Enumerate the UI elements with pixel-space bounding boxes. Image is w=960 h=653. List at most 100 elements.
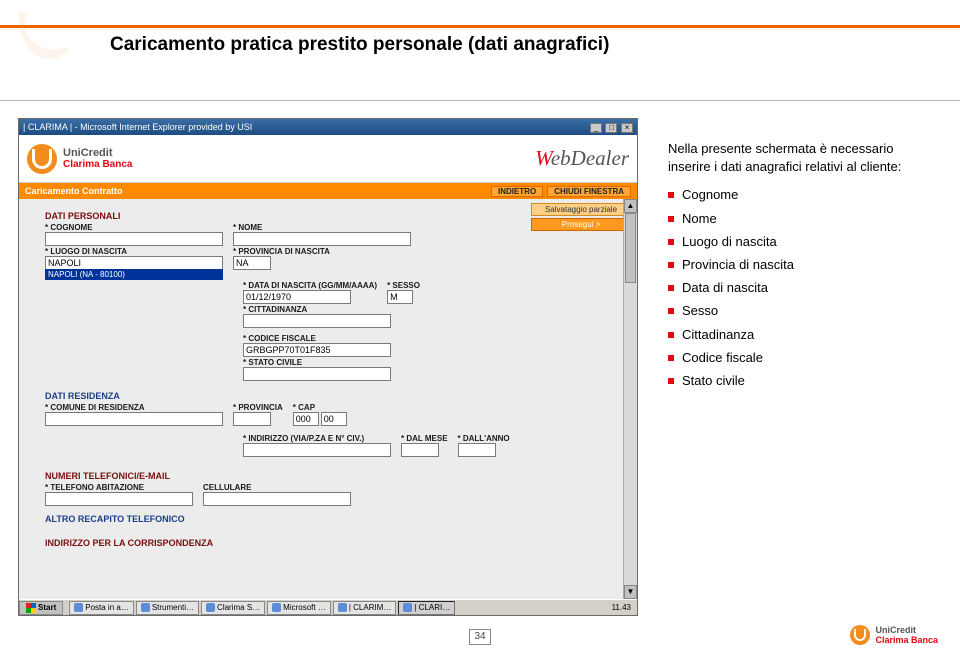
start-button[interactable]: Start — [19, 601, 63, 615]
header-rule — [0, 0, 960, 28]
unicredit-icon — [27, 144, 57, 174]
form-area: Salvataggio parziale Prosegui > DATI PER… — [19, 199, 637, 599]
unicredit-icon — [850, 625, 870, 645]
comune-residenza-label: * COMUNE DI RESIDENZA — [45, 403, 223, 412]
list-item: Nome — [668, 210, 928, 228]
taskbar-item[interactable]: Strumenti… — [136, 601, 199, 615]
codice-fiscale-label: * CODICE FISCALE — [243, 334, 391, 343]
explanation-panel: Nella presente schermata è necessario in… — [668, 140, 928, 395]
dal-mese-input[interactable] — [401, 443, 439, 457]
sesso-input[interactable] — [387, 290, 413, 304]
window-titlebar: | CLARIMA | - Microsoft Internet Explore… — [19, 119, 637, 135]
nome-label: * NOME — [233, 223, 411, 232]
data-nascita-label: * DATA DI NASCITA (GG/MM/AAAA) — [243, 281, 377, 290]
cittadinanza-label: * CITTADINANZA — [243, 305, 391, 314]
app-icon — [206, 603, 215, 612]
taskbar-item[interactable]: | CLARIM… — [333, 601, 397, 615]
scroll-up-icon[interactable]: ▲ — [624, 199, 637, 213]
list-item: Luogo di nascita — [668, 233, 928, 251]
dall-anno-input[interactable] — [458, 443, 496, 457]
cognome-input[interactable] — [45, 232, 223, 246]
indirizzo-label: * INDIRIZZO (VIA/P.ZA E N° CIV.) — [243, 434, 391, 443]
save-partial-button[interactable]: Salvataggio parziale — [531, 203, 631, 216]
explanation-list: Cognome Nome Luogo di nascita Provincia … — [668, 186, 928, 390]
luogo-nascita-dropdown-option[interactable]: NAPOLI (NA - 80100) — [45, 269, 223, 280]
section-bar-title: Caricamento Contratto — [25, 186, 123, 196]
telefono-abitazione-label: * TELEFONO ABITAZIONE — [45, 483, 193, 492]
window-controls[interactable]: _ □ × — [589, 122, 633, 133]
section-bar: Caricamento Contratto INDIETRO CHIUDI FI… — [19, 183, 637, 199]
list-item: Codice fiscale — [668, 349, 928, 367]
luogo-nascita-input[interactable] — [45, 256, 223, 270]
codice-fiscale-input[interactable] — [243, 343, 391, 357]
cap-input-1[interactable] — [293, 412, 319, 426]
scroll-thumb[interactable] — [625, 213, 636, 283]
section-indirizzo-corrispondenza: INDIRIZZO PER LA CORRISPONDENZA — [45, 538, 627, 548]
nome-input[interactable] — [233, 232, 411, 246]
taskbar: Start Posta in a… Strumenti… Clarima S… … — [19, 599, 637, 615]
taskbar-clock: 11.43 — [606, 603, 637, 612]
taskbar-item[interactable]: Microsoft … — [267, 601, 331, 615]
indirizzo-input[interactable] — [243, 443, 391, 457]
brand-top: UniCredit — [63, 147, 113, 159]
back-button[interactable]: INDIETRO — [491, 186, 543, 197]
window-title: | CLARIMA | - Microsoft Internet Explore… — [23, 122, 252, 132]
app-icon — [338, 603, 347, 612]
telefono-abitazione-input[interactable] — [45, 492, 193, 506]
provincia-nascita-input[interactable] — [233, 256, 271, 270]
cap-input-2[interactable] — [321, 412, 347, 426]
scroll-down-icon[interactable]: ▼ — [624, 585, 637, 599]
close-window-button[interactable]: CHIUDI FINESTRA — [547, 186, 631, 197]
vertical-scrollbar[interactable]: ▲ ▼ — [623, 199, 637, 599]
cellulare-label: CELLULARE — [203, 483, 351, 492]
sesso-label: * SESSO — [387, 281, 420, 290]
list-item: Cittadinanza — [668, 326, 928, 344]
app-icon — [74, 603, 83, 612]
provincia-nascita-label: * PROVINCIA DI NASCITA — [233, 247, 330, 256]
taskbar-item[interactable]: Clarima S… — [201, 601, 265, 615]
app-icon — [272, 603, 281, 612]
provincia-input[interactable] — [233, 412, 271, 426]
luogo-nascita-label: * LUOGO DI NASCITA — [45, 247, 223, 256]
windows-icon — [26, 603, 36, 613]
side-actions: Salvataggio parziale Prosegui > — [531, 203, 631, 231]
list-item: Cognome — [668, 186, 928, 204]
app-name: WebDealer — [535, 146, 629, 171]
proceed-button[interactable]: Prosegui > — [531, 218, 631, 231]
divider — [0, 100, 960, 101]
brand-bottom: Clarima Banca — [63, 159, 132, 170]
comune-residenza-input[interactable] — [45, 412, 223, 426]
list-item: Stato civile — [668, 372, 928, 390]
section-altro-recapito: ALTRO RECAPITO TELEFONICO — [45, 514, 627, 524]
app-icon — [141, 603, 150, 612]
page-title: Caricamento pratica prestito personale (… — [110, 34, 609, 56]
stato-civile-label: * STATO CIVILE — [243, 358, 391, 367]
taskbar-item[interactable]: Posta in a… — [69, 601, 134, 615]
page-number: 34 — [469, 629, 491, 645]
maximize-icon[interactable]: □ — [605, 123, 617, 133]
footer-logo: UniCredit Clarima Banca — [850, 625, 938, 645]
list-item: Provincia di nascita — [668, 256, 928, 274]
list-item: Data di nascita — [668, 279, 928, 297]
cognome-label: * COGNOME — [45, 223, 223, 232]
explanation-intro: Nella presente schermata è necessario in… — [668, 140, 928, 176]
dal-mese-label: * DAL MESE — [401, 434, 448, 443]
watermark-logo — [14, 4, 74, 64]
section-numeri-telefonici: NUMERI TELEFONICI/E-MAIL — [45, 471, 627, 481]
cittadinanza-input[interactable] — [243, 314, 391, 328]
minimize-icon[interactable]: _ — [590, 123, 602, 133]
app-icon — [403, 603, 412, 612]
cap-label: * CAP — [293, 403, 347, 412]
dall-anno-label: * DALL'ANNO — [458, 434, 510, 443]
list-item: Sesso — [668, 302, 928, 320]
section-dati-residenza: DATI RESIDENZA — [45, 391, 627, 401]
cellulare-input[interactable] — [203, 492, 351, 506]
app-header: UniCredit Clarima Banca WebDealer — [19, 135, 637, 183]
bank-logo: UniCredit Clarima Banca — [27, 144, 132, 174]
close-icon[interactable]: × — [621, 123, 633, 133]
app-screenshot: | CLARIMA | - Microsoft Internet Explore… — [18, 118, 638, 616]
provincia-label: * PROVINCIA — [233, 403, 283, 412]
taskbar-item-active[interactable]: | CLARI… — [398, 601, 455, 615]
data-nascita-input[interactable] — [243, 290, 351, 304]
stato-civile-input[interactable] — [243, 367, 391, 381]
